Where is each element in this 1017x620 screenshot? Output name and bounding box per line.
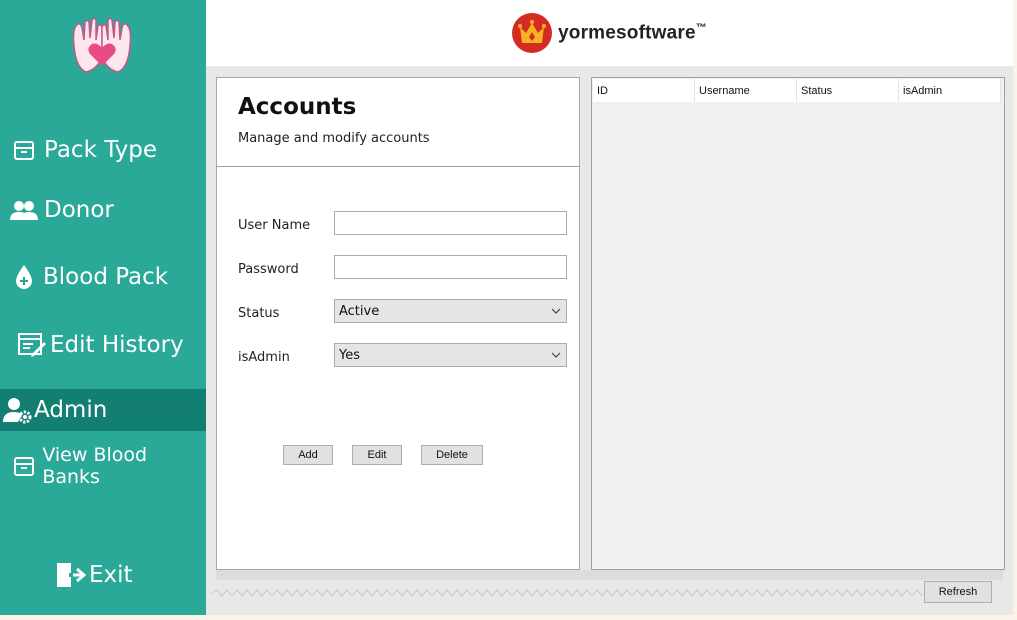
chevron-down-icon xyxy=(551,308,561,314)
password-field[interactable] xyxy=(334,255,567,279)
users-icon xyxy=(9,198,39,222)
page-subtitle: Manage and modify accounts xyxy=(238,131,430,146)
divider xyxy=(217,166,579,167)
column-header-status[interactable]: Status xyxy=(797,79,899,102)
refresh-button[interactable]: Refresh xyxy=(924,581,992,603)
zigzag-divider xyxy=(212,589,922,597)
add-button[interactable]: Add xyxy=(283,445,333,465)
chevron-down-icon xyxy=(551,352,561,358)
sidebar-item-label: Donor xyxy=(44,197,114,223)
username-field[interactable] xyxy=(334,211,567,235)
sidebar-item-label: Blood Pack xyxy=(43,264,169,290)
sidebar-item-pack-type[interactable]: Pack Type xyxy=(0,132,206,168)
admin-gear-icon xyxy=(3,396,33,424)
status-value: Active xyxy=(339,303,380,319)
sidebar-item-edit-history[interactable]: Edit History xyxy=(0,326,206,364)
caring-hands-heart-logo xyxy=(72,17,132,73)
app-header: yormesoftware™ xyxy=(206,0,1013,66)
crown-icon xyxy=(512,13,553,53)
pack-icon xyxy=(12,138,36,162)
column-header-id[interactable]: ID xyxy=(593,79,695,102)
accounts-panel: Accounts Manage and modify accounts User… xyxy=(216,77,580,570)
sidebar-item-label: Admin xyxy=(34,397,108,423)
bank-icon xyxy=(12,454,35,478)
sidebar-item-view-blood-banks[interactable]: View Blood Banks xyxy=(0,444,206,488)
sidebar-item-label: Edit History xyxy=(50,332,184,358)
exit-label: Exit xyxy=(89,562,133,588)
status-bar xyxy=(206,582,1013,604)
exit-icon xyxy=(56,561,86,589)
status-select[interactable]: Active xyxy=(334,299,567,323)
column-header-isadmin[interactable]: isAdmin xyxy=(899,79,1001,102)
main-content: Accounts Manage and modify accounts User… xyxy=(206,66,1013,615)
column-header-username[interactable]: Username xyxy=(695,79,797,102)
sidebar-item-admin[interactable]: Admin xyxy=(0,389,206,431)
isadmin-select[interactable]: Yes xyxy=(334,343,567,367)
isadmin-label: isAdmin xyxy=(238,350,290,365)
table-header: ID Username Status isAdmin xyxy=(593,79,1001,102)
page-title: Accounts xyxy=(238,94,357,120)
edit-history-icon xyxy=(18,331,46,359)
username-label: User Name xyxy=(238,218,311,233)
delete-button[interactable]: Delete xyxy=(421,445,483,465)
sidebar-item-label: View Blood Banks xyxy=(42,444,148,488)
accounts-table[interactable]: ID Username Status isAdmin xyxy=(591,77,1005,570)
brand-name: yormesoftware™ xyxy=(558,21,707,44)
window-edge xyxy=(1013,0,1017,620)
sidebar: Pack Type Donor Blood Pack Edit History … xyxy=(0,0,206,615)
sidebar-item-label: Pack Type xyxy=(44,137,158,163)
horizontal-scrollbar[interactable] xyxy=(216,570,1003,580)
blood-drop-icon xyxy=(14,263,34,291)
trademark: ™ xyxy=(695,21,707,34)
isadmin-value: Yes xyxy=(339,347,360,363)
sidebar-item-blood-pack[interactable]: Blood Pack xyxy=(0,258,206,296)
edit-button[interactable]: Edit xyxy=(352,445,402,465)
password-label: Password xyxy=(238,262,299,277)
exit-button[interactable]: Exit xyxy=(0,558,206,592)
status-label: Status xyxy=(238,306,280,321)
sidebar-item-donor[interactable]: Donor xyxy=(0,192,206,228)
